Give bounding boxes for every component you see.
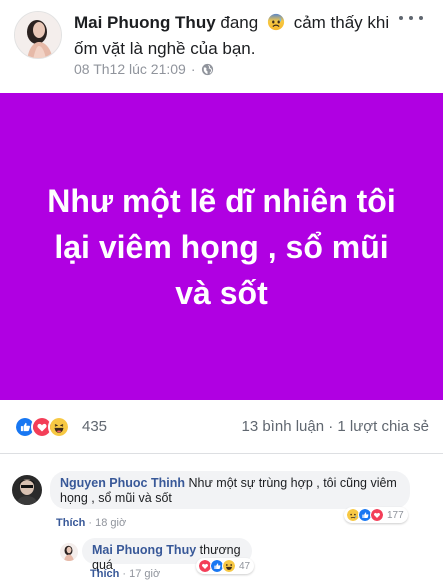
- haha-icon: [222, 559, 236, 573]
- status-text: Như một lẽ dĩ nhiên tôi lại viêm họng , …: [47, 182, 396, 311]
- share-count[interactable]: 1 lượt chia sẻ: [337, 418, 429, 435]
- reply-like-button[interactable]: Thích: [90, 568, 119, 580]
- author-name[interactable]: Mai Phuong Thuy: [74, 13, 216, 32]
- post-header-text: Mai Phuong Thuy đang cảm thấy khi ốm vặt…: [74, 10, 394, 62]
- commenter-avatar[interactable]: [12, 475, 42, 505]
- comment-time[interactable]: 18 giờ: [95, 517, 126, 529]
- summary-separator: ·: [328, 418, 334, 435]
- avatar-image: [15, 12, 61, 58]
- reply-actions: Thích · 17 giờ: [90, 568, 160, 580]
- post-timestamp[interactable]: 08 Th12 lúc 21:09: [74, 61, 186, 77]
- comment-actions: Thích · 18 giờ: [56, 517, 126, 529]
- reply-reaction-count: 47: [239, 560, 251, 572]
- avatar-image: [60, 543, 78, 561]
- reply-author[interactable]: Mai Phuong Thuy: [92, 543, 196, 557]
- haha-icon: [48, 416, 70, 438]
- dot: [399, 16, 403, 20]
- anxious-face-icon: [267, 13, 285, 31]
- author-avatar[interactable]: [14, 11, 62, 59]
- reactions-bar: 435 13 bình luận · 1 lượt chia sẻ: [0, 400, 443, 454]
- meta-separator: ·: [190, 61, 196, 77]
- reply-time[interactable]: 17 giờ: [129, 568, 160, 580]
- action-separator: ·: [88, 517, 93, 529]
- comment-reaction-count: 177: [387, 509, 404, 521]
- reaction-icons[interactable]: [14, 416, 70, 438]
- dot: [419, 16, 423, 20]
- comment-bubble[interactable]: Nguyen Phuoc Thinh Như một sự trùng hợp …: [50, 471, 410, 509]
- comment-count[interactable]: 13 bình luận: [241, 418, 324, 435]
- avatar-image: [12, 475, 42, 505]
- love-icon: [370, 508, 384, 522]
- comment-author[interactable]: Nguyen Phuoc Thinh: [60, 476, 185, 490]
- comment-reactions[interactable]: 177: [344, 507, 408, 523]
- post-header: Mai Phuong Thuy đang cảm thấy khi ốm vặt…: [0, 0, 443, 90]
- action-separator: ·: [122, 568, 127, 580]
- more-options-icon[interactable]: [399, 10, 423, 26]
- reply-avatar[interactable]: [60, 543, 78, 561]
- post-meta: 08 Th12 lúc 21:09 ·: [74, 61, 214, 77]
- dot: [409, 16, 413, 20]
- engagement-summary: 13 bình luận · 1 lượt chia sẻ: [241, 418, 429, 435]
- feeling-prefix: đang: [220, 13, 259, 32]
- reaction-count[interactable]: 435: [82, 418, 107, 435]
- comments-section: Nguyen Phuoc Thinh Như một sự trùng hợp …: [0, 455, 443, 586]
- status-background[interactable]: Như một lẽ dĩ nhiên tôi lại viêm họng , …: [0, 93, 443, 400]
- globe-icon[interactable]: [201, 63, 214, 76]
- comment-like-button[interactable]: Thích: [56, 517, 85, 529]
- reply-reactions[interactable]: 47: [196, 558, 255, 574]
